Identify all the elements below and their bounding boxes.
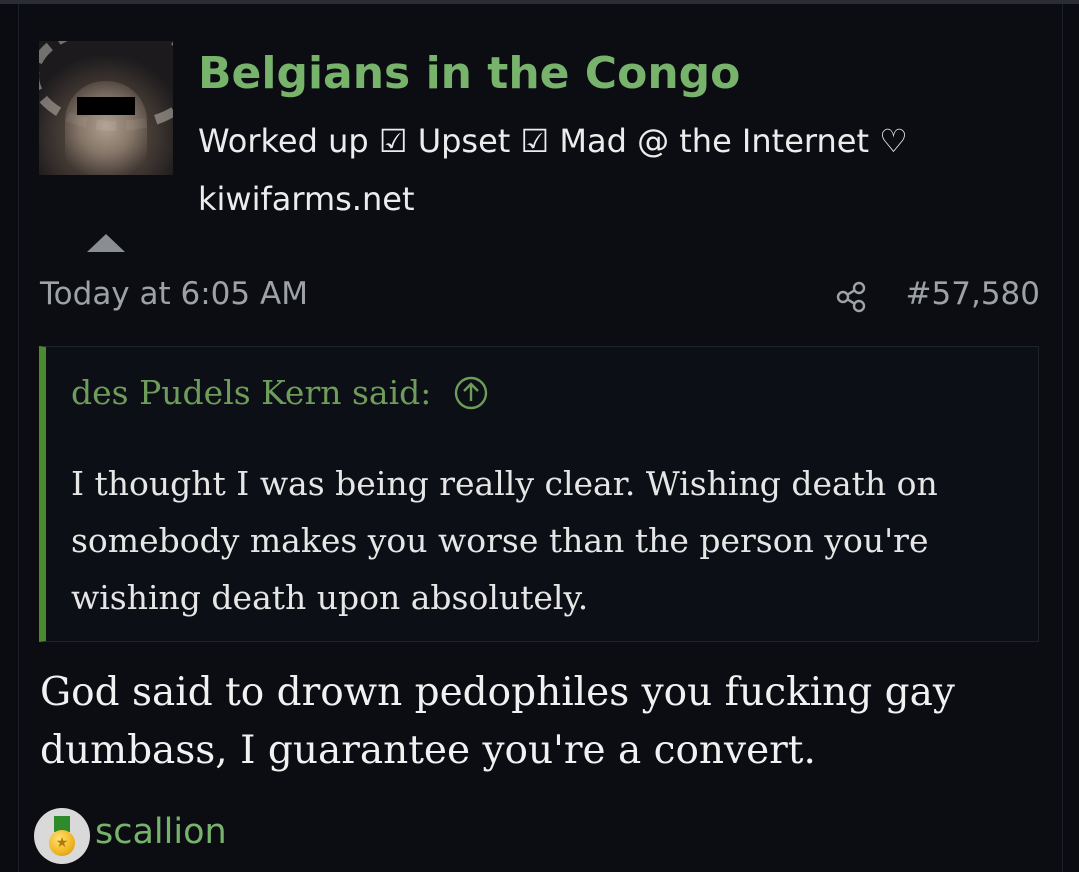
post-message: God said to drown pedophiles you fucking…: [40, 670, 955, 773]
post-timestamp[interactable]: Today at 6:05 AM: [40, 276, 308, 312]
quote-block: des Pudels Kern said: I thought I was be…: [39, 346, 1039, 642]
jump-to-quote-icon[interactable]: [453, 375, 489, 411]
share-icon[interactable]: [834, 280, 868, 314]
post-number-link[interactable]: #57,580: [906, 276, 1040, 312]
avatar-face: [65, 81, 147, 175]
user-avatar[interactable]: [39, 41, 173, 175]
quote-header[interactable]: des Pudels Kern said:: [71, 373, 489, 412]
quote-author[interactable]: des Pudels Kern said:: [71, 373, 431, 412]
quote-text: I thought I was being really clear. Wish…: [71, 464, 938, 617]
reaction-label[interactable]: scallion: [95, 812, 227, 852]
user-site-text: kiwifarms.net: [198, 180, 415, 218]
collapse-caret-icon[interactable]: [87, 234, 125, 252]
user-custom-title: Worked up ☑ Upset ☑ Mad @ the Internet ♡: [198, 122, 908, 160]
username-link[interactable]: Belgians in the Congo: [198, 48, 740, 99]
gold-medal-icon[interactable]: ★: [34, 808, 90, 864]
avatar-censor-bar: [77, 97, 135, 115]
